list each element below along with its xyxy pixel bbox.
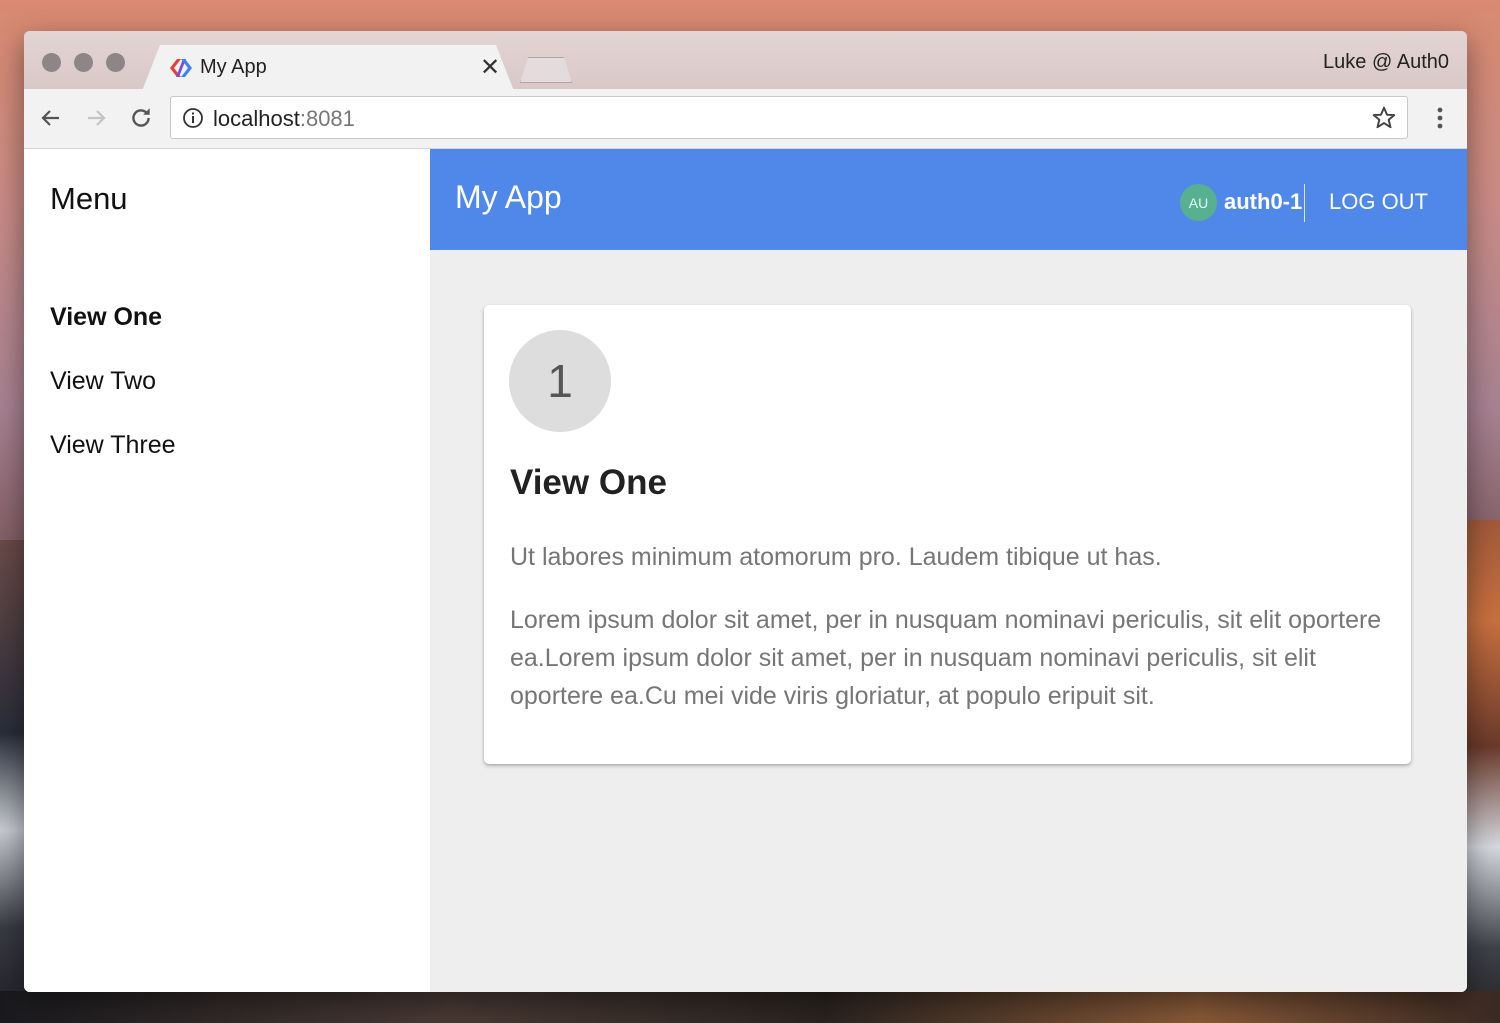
desktop-wallpaper-left bbox=[0, 540, 24, 1023]
desktop-wallpaper-bottom bbox=[0, 991, 1500, 1023]
card-paragraph-2: Lorem ipsum dolor sit amet, per in nusqu… bbox=[510, 606, 1382, 710]
more-vert-icon[interactable] bbox=[1425, 103, 1455, 133]
profile-label[interactable]: Luke @ Auth0 bbox=[1323, 51, 1449, 74]
browser-window: My App ✕ Luke @ Auth0 localhost:8081 Men… bbox=[24, 31, 1467, 992]
sidebar-title: Menu bbox=[50, 181, 128, 216]
url-host: localhost bbox=[213, 106, 300, 131]
app-favicon-icon bbox=[170, 59, 192, 77]
tab-strip: My App ✕ Luke @ Auth0 bbox=[24, 31, 1467, 91]
reload-button[interactable] bbox=[124, 101, 158, 135]
page-viewport: Menu View One View Two View Three My App… bbox=[24, 149, 1467, 992]
close-window-button[interactable] bbox=[42, 53, 61, 72]
sidebar: Menu View One View Two View Three bbox=[24, 149, 430, 992]
desktop-wallpaper-right bbox=[1466, 520, 1500, 1023]
minimize-window-button[interactable] bbox=[74, 53, 93, 72]
forward-button[interactable] bbox=[79, 101, 113, 135]
back-arrow-icon bbox=[41, 110, 59, 126]
new-tab-button[interactable] bbox=[520, 57, 572, 83]
url-port: :8081 bbox=[299, 106, 355, 131]
info-icon[interactable] bbox=[182, 107, 204, 129]
app-title: My App bbox=[455, 179, 562, 215]
sidebar-item-view-one[interactable]: View One bbox=[50, 303, 162, 332]
tab-title: My App bbox=[200, 56, 267, 78]
sidebar-item-view-three[interactable]: View Three bbox=[50, 431, 176, 460]
main-content: My App AU auth0-1 LOG OUT 1 View One Ut … bbox=[430, 149, 1467, 992]
zoom-window-button[interactable] bbox=[106, 53, 125, 72]
star-icon[interactable] bbox=[1371, 105, 1397, 131]
username[interactable]: auth0-1 bbox=[1224, 189, 1302, 215]
forward-arrow-icon bbox=[88, 110, 106, 126]
url-text[interactable]: localhost:8081 bbox=[213, 106, 355, 132]
logout-button[interactable]: LOG OUT bbox=[1329, 189, 1428, 215]
app-header: My App AU auth0-1 LOG OUT bbox=[430, 149, 1467, 250]
browser-toolbar: localhost:8081 bbox=[24, 89, 1467, 149]
tab-close-icon[interactable]: ✕ bbox=[480, 53, 500, 82]
avatar[interactable]: AU bbox=[1180, 184, 1217, 221]
card-title: View One bbox=[510, 463, 667, 502]
sidebar-item-view-two[interactable]: View Two bbox=[50, 367, 156, 396]
address-bar[interactable]: localhost:8081 bbox=[170, 96, 1408, 139]
browser-tab-active[interactable]: My App ✕ bbox=[142, 45, 514, 91]
view-number-badge: 1 bbox=[509, 330, 611, 432]
reload-icon bbox=[132, 108, 150, 127]
content-card: 1 View One Ut labores minimum atomorum p… bbox=[484, 305, 1411, 764]
back-button[interactable] bbox=[34, 101, 68, 135]
header-divider bbox=[1304, 184, 1305, 222]
card-paragraph-1: Ut labores minimum atomorum pro. Laudem … bbox=[510, 543, 1162, 571]
